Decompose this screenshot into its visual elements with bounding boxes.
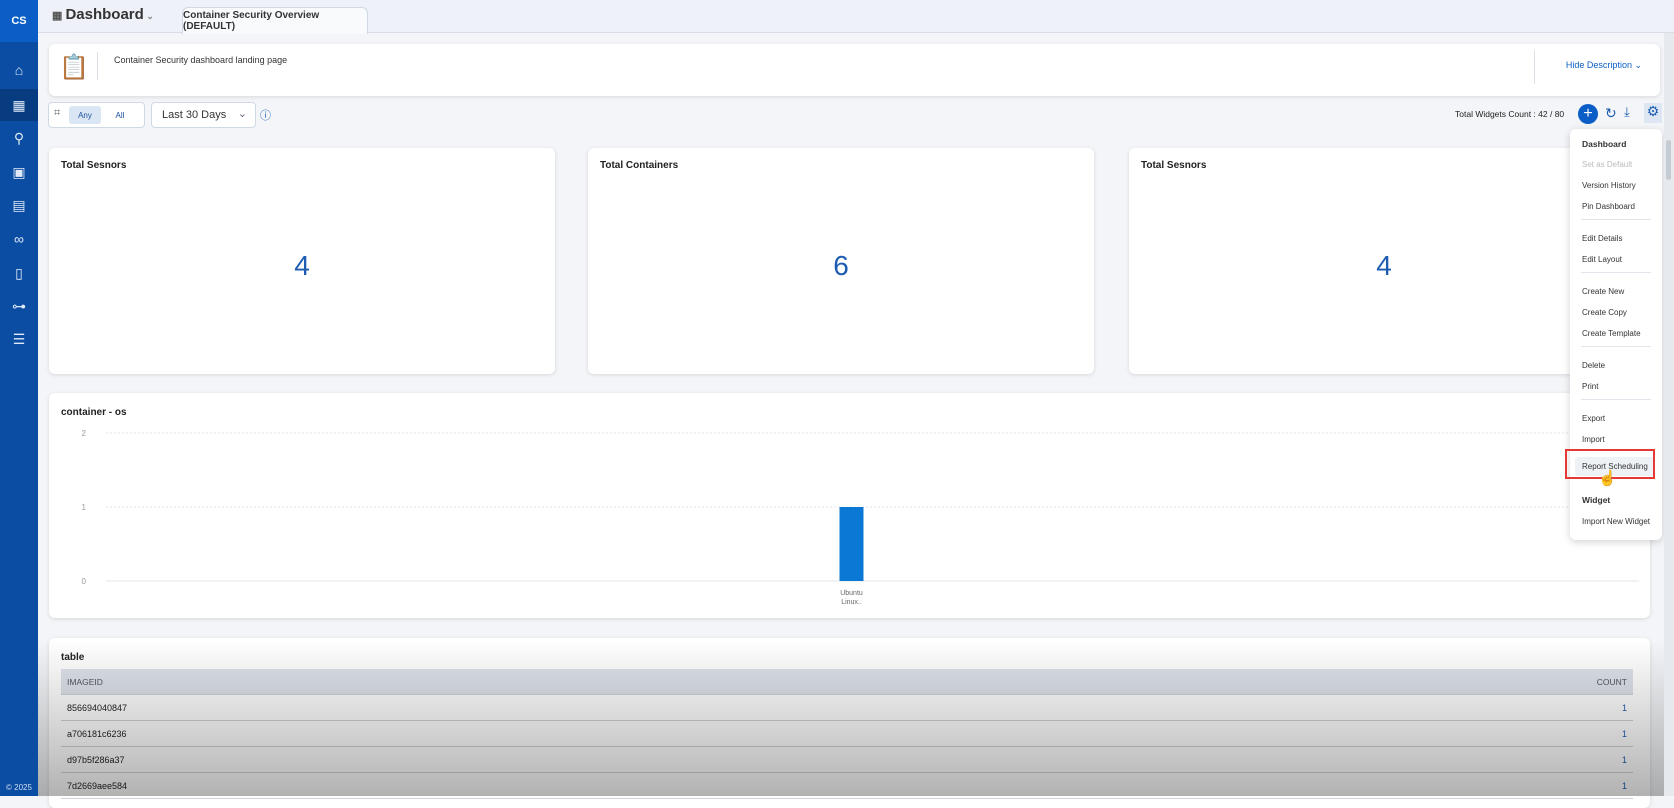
- column-header-imageid[interactable]: IMAGEID: [67, 677, 103, 687]
- gear-icon[interactable]: ⚙: [1644, 103, 1662, 123]
- clipboard-info-icon: 📋: [59, 54, 89, 81]
- kpi-title: Total Sesnors: [1141, 160, 1207, 171]
- menu-item-edit-layout[interactable]: Edit Layout: [1582, 255, 1622, 264]
- menu-item-set-default: Set as Default: [1582, 160, 1633, 169]
- menu-item-print[interactable]: Print: [1582, 382, 1598, 391]
- x-tick-label: Ubuntu: [840, 590, 863, 597]
- copyright: © 2025: [6, 783, 32, 792]
- menu-header-widget: Widget: [1582, 495, 1611, 505]
- menu-item-edit-details[interactable]: Edit Details: [1582, 234, 1622, 243]
- table-row[interactable]: d97b5f286a37 1: [61, 747, 1633, 773]
- download-icon[interactable]: ⤓: [1624, 104, 1630, 120]
- dashboard-icon[interactable]: ▦: [0, 89, 38, 121]
- hide-description-button[interactable]: Hide Description ⌄: [1566, 60, 1642, 71]
- info-icon[interactable]: ⓘ: [260, 107, 271, 123]
- refresh-icon[interactable]: ↻: [1605, 105, 1617, 122]
- filter-any-button[interactable]: Any: [69, 106, 101, 124]
- table-title: table: [61, 652, 85, 663]
- table-row[interactable]: 856694040847 1: [61, 695, 1633, 721]
- dashboard-selector[interactable]: ▦ Dashboard ⌄: [52, 6, 154, 23]
- date-range-select[interactable]: Last 30 Days ⌄: [151, 102, 256, 128]
- table-row[interactable]: a706181c6236 1: [61, 721, 1633, 747]
- table-row[interactable]: 7d2669aee584 1: [61, 773, 1633, 799]
- tab-container-security-overview[interactable]: Container Security Overview (DEFAULT): [182, 7, 368, 34]
- dashboard-icon: ▦: [52, 10, 66, 22]
- connector-icon[interactable]: ⊶: [0, 290, 38, 322]
- y-tick-label: 1: [82, 503, 87, 512]
- app-logo[interactable]: CS: [0, 0, 38, 42]
- network-icon[interactable]: ⚲: [0, 122, 38, 154]
- filter-all-button[interactable]: All: [103, 106, 137, 124]
- menu-item-import-new-widget[interactable]: Import New Widget: [1582, 517, 1650, 526]
- table-widget: table IMAGEID COUNT 856694040847 1 a706181…: [49, 638, 1650, 808]
- chevron-down-icon: ⌄: [143, 11, 154, 21]
- chevron-down-icon: ⌄: [237, 108, 247, 120]
- menu-item-delete[interactable]: Delete: [1582, 361, 1605, 370]
- kpi-value: 4: [294, 250, 310, 281]
- y-tick-label: 0: [82, 577, 87, 586]
- menu-item-create-template[interactable]: Create Template: [1582, 329, 1641, 338]
- menu-item-version-history[interactable]: Version History: [1582, 181, 1636, 190]
- home-icon[interactable]: ⌂: [0, 54, 38, 86]
- kpi-card: Total Containers 6: [588, 148, 1094, 374]
- add-widget-button[interactable]: +: [1578, 104, 1598, 124]
- menu-header-dashboard: Dashboard: [1582, 139, 1627, 149]
- description-text: Container Security dashboard landing pag…: [114, 55, 288, 65]
- bar-chart: 0 1 2 Ubuntu Linux..: [82, 429, 1639, 606]
- report-icon[interactable]: ▤: [0, 189, 38, 221]
- hand-cursor-icon: ☝: [1598, 470, 1617, 487]
- kpi-card: Total Sesnors 4: [49, 148, 555, 374]
- chart-widget: container - os 0 1 2 Ubuntu Linux..: [49, 393, 1650, 618]
- menu-item-create-copy[interactable]: Create Copy: [1582, 308, 1627, 317]
- kpi-title: Total Containers: [600, 160, 679, 171]
- table-header: IMAGEID COUNT: [61, 669, 1633, 695]
- column-header-count[interactable]: COUNT: [1597, 677, 1627, 687]
- description-panel: 📋 Container Security dashboard landing p…: [49, 44, 1660, 96]
- scrollbar-thumb[interactable]: [1666, 140, 1671, 180]
- integrations-icon[interactable]: ∞: [0, 223, 38, 255]
- menu-item-create-new[interactable]: Create New: [1582, 287, 1624, 296]
- tag-icon: ⌗: [54, 107, 61, 119]
- menu-item-export[interactable]: Export: [1582, 414, 1605, 423]
- kpi-title: Total Sesnors: [61, 160, 127, 171]
- x-tick-label: Linux..: [841, 599, 862, 606]
- bar[interactable]: [839, 507, 864, 581]
- assets-icon[interactable]: ▣: [0, 156, 38, 188]
- menu-item-import[interactable]: Import: [1582, 435, 1605, 444]
- tag-filter: ⌗ Any All: [48, 102, 145, 128]
- menu-item-pin-dashboard[interactable]: Pin Dashboard: [1582, 202, 1635, 211]
- y-tick-label: 2: [82, 429, 87, 438]
- sidebar: CS ⌂ ▦ ⚲ ▣ ▤ ∞ ▯ ⊶ ☰ © 2025: [0, 0, 38, 796]
- document-icon[interactable]: ▯: [0, 257, 38, 289]
- settings-sliders-icon[interactable]: ☰: [0, 323, 38, 355]
- widgets-count: Total Widgets Count : 42 / 80: [1455, 109, 1565, 119]
- kpi-value: 6: [833, 250, 849, 281]
